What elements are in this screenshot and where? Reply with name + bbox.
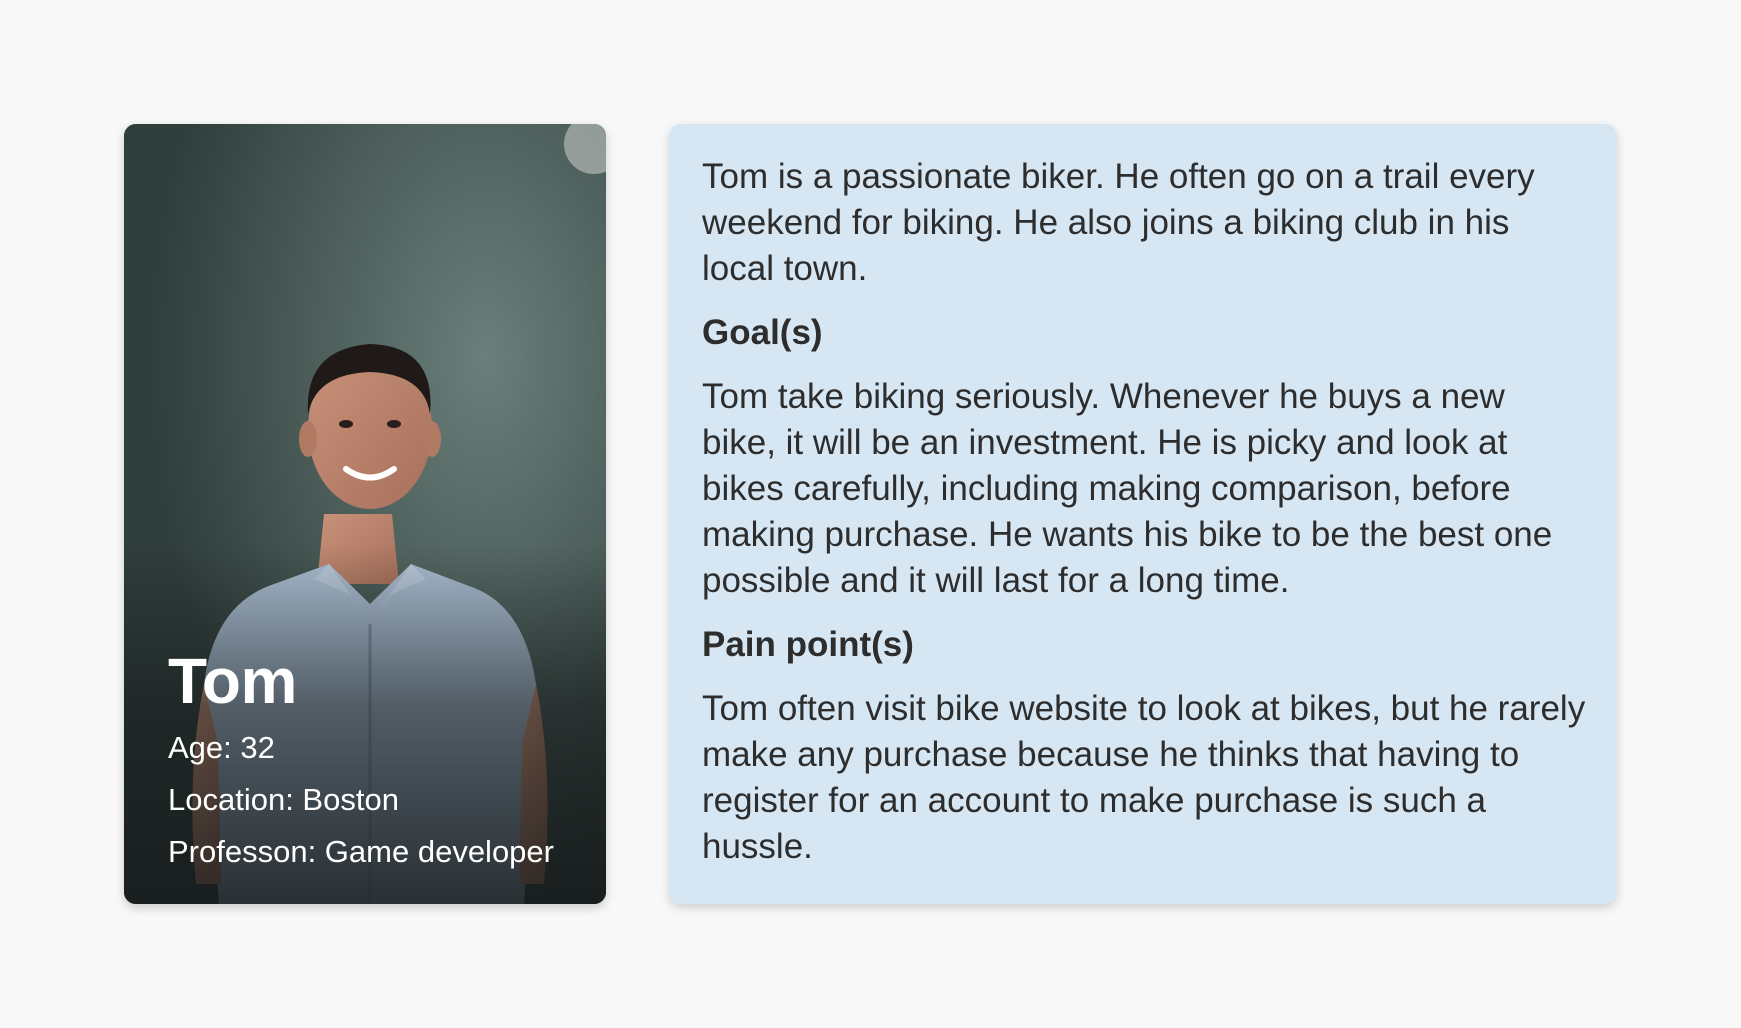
goals-heading: Goal(s) [702, 313, 823, 352]
description-card: Tom is a passionate biker. He often go o… [669, 124, 1617, 904]
profile-profession: Professon: Game developer [168, 834, 554, 869]
pain-points-heading: Pain point(s) [702, 625, 914, 664]
profile-name: Tom [168, 644, 297, 717]
profile-location: Location: Boston [168, 782, 399, 817]
goals-paragraph: Tom take biking seriously. Whenever he b… [702, 377, 1553, 600]
profile-info: Tom Age: 32 Location: Boston Professon: … [168, 644, 554, 878]
persona-page: Tom Age: 32 Location: Boston Professon: … [0, 0, 1741, 1028]
pain-points-paragraph: Tom often visit bike website to look at … [702, 689, 1586, 866]
intro-paragraph: Tom is a passionate biker. He often go o… [702, 157, 1535, 288]
profile-card: Tom Age: 32 Location: Boston Professon: … [124, 124, 606, 904]
profile-age: Age: 32 [168, 730, 275, 765]
